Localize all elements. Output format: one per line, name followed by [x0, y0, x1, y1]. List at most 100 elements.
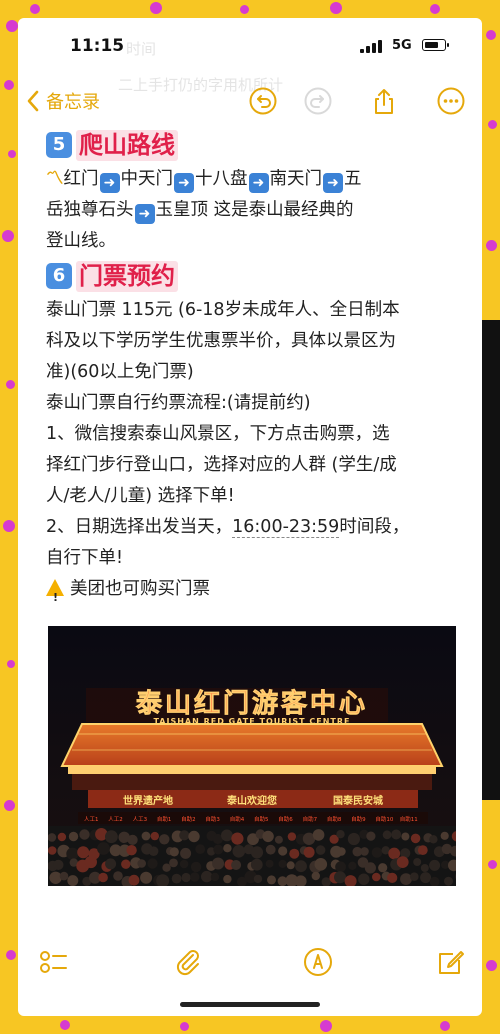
background-dot — [3, 520, 15, 532]
checklist-icon[interactable] — [38, 946, 70, 978]
text-line: 自行下单! — [46, 548, 124, 568]
arrow-right-icon: ➜ — [134, 204, 155, 224]
text-line: 人/老人/儿童) 选择下单! — [46, 486, 235, 506]
route-tail: 这是泰山最经典的 — [208, 200, 354, 220]
text-line: 科及以下学历学生优惠票半价，具体以景区为 — [46, 331, 396, 351]
arrow-right-icon: ➜ — [174, 173, 194, 193]
ticket-price-text: 泰山门票 115元 (6-18岁未成年人、全日制本 科及以下学历学生优惠票半价，具… — [46, 295, 466, 388]
section-heading: 6 门票预约 — [46, 259, 466, 293]
more-icon[interactable] — [436, 86, 466, 116]
sign-cn: 泰山红门游客中心 — [136, 688, 368, 719]
route-tail: 登山线。 — [46, 231, 116, 251]
section-title: 爬山路线 — [76, 129, 178, 161]
meituan-note: 美团也可购买门票 — [46, 574, 466, 613]
banner-mid: 泰山欢迎您 — [226, 794, 277, 807]
background-dot — [320, 1020, 332, 1032]
background-dot — [330, 2, 342, 14]
route-stop: 五 — [344, 169, 362, 189]
home-indicator[interactable] — [180, 1002, 320, 1007]
route-paragraph: 〽红门 ➜ 中天门 ➜ 十八盘 ➜ 南天门 ➜ 五岳独尊石头 ➜ 玉皇顶 这是泰山最经典的 登山线。 — [46, 164, 466, 257]
text-line: 泰山门票 115元 (6-18岁未成年人、全日制本 — [46, 300, 400, 320]
section-heading: 5 爬山路线 — [46, 128, 466, 162]
background-dot — [30, 4, 40, 14]
arrow-right-icon: ➜ — [99, 173, 120, 193]
lane-label: 自助2 — [181, 815, 196, 823]
compose-icon[interactable] — [435, 946, 467, 978]
booking-step-1: 1、微信搜索泰山风景区，下方点击购票，选 择红门步行登山口，选择对应的人群 (学生… — [46, 419, 466, 512]
banner-left: 世界遗产地 — [123, 794, 173, 807]
background-dot — [4, 800, 15, 811]
background-dot — [486, 240, 497, 251]
markup-icon[interactable] — [302, 946, 334, 978]
battery-icon — [422, 39, 449, 51]
lane-label: 自助3 — [205, 815, 220, 823]
background-dot — [7, 660, 15, 668]
signal-icon — [360, 40, 384, 53]
note-body[interactable]: 5 爬山路线 〽红门 ➜ 中天门 ➜ 十八盘 ➜ 南天门 ➜ 五岳独尊石头 ➜ 玉皇顶 这是泰山最经… — [46, 126, 466, 613]
status-time: 11:15 — [70, 36, 125, 56]
network-type: 5G — [392, 38, 412, 53]
red-gate-visitor-centre-image: 泰山红门游客中心 TAISHAN RED GATE TOURIST CENTRE… — [48, 626, 456, 886]
lane-label: 自助4 — [230, 815, 245, 823]
time-range[interactable]: 16:00-23:59 — [232, 517, 340, 538]
back-button[interactable]: 备忘录 — [26, 88, 100, 114]
share-icon[interactable] — [369, 86, 399, 116]
background-dot — [488, 120, 497, 129]
arrow-right-icon: ➜ — [248, 173, 269, 193]
lane-label: 人工2 — [108, 816, 123, 823]
route-stop: 南天门 — [269, 169, 323, 189]
ghost-text: 时间 — [126, 40, 157, 58]
nav-bar: 备忘录 — [18, 82, 482, 126]
text-line: 2、日期选择出发当天， — [46, 517, 233, 537]
attachment-icon[interactable] — [172, 946, 204, 978]
lane-label: 自助9 — [351, 815, 366, 823]
phone-screen: 11:15 5G 二上手打仍的字用机所计 时间 备忘录 5 爬山路线 〽红门 ➜ 中… — [18, 18, 482, 1016]
background-dot — [2, 230, 14, 242]
route-stop: 玉皇顶 — [155, 200, 209, 220]
lane-label: 自助8 — [327, 815, 342, 823]
background-dot — [6, 950, 16, 960]
route-stop: 岳独尊石头 — [46, 200, 134, 220]
chevron-left-icon — [27, 90, 39, 112]
note-photo[interactable]: 泰山红门游客中心 TAISHAN RED GATE TOURIST CENTRE… — [48, 626, 456, 886]
route-stop: 十八盘 — [195, 169, 248, 189]
background-dot — [488, 860, 497, 869]
background-dot — [6, 20, 18, 32]
background-dot — [240, 5, 249, 14]
text-line: 择红门步行登山口，选择对应的人群 (学生/成 — [46, 455, 397, 475]
arrow-right-icon: ➜ — [323, 173, 343, 193]
background-dot — [8, 150, 16, 158]
warning-icon — [46, 579, 64, 613]
text-line: 美团也可购买门票 — [70, 579, 210, 599]
section-title: 门票预约 — [76, 260, 178, 292]
lane-label: 自助10 — [375, 815, 393, 823]
undo-icon[interactable] — [248, 86, 278, 116]
lane-label: 自助1 — [157, 815, 172, 823]
booking-title: 泰山门票自行约票流程:(请提前约) — [46, 393, 311, 413]
lane-label: 自助7 — [303, 815, 318, 823]
text-line: 准)(60以上免门票) — [46, 362, 194, 382]
background-dot — [486, 30, 496, 40]
redo-icon[interactable] — [303, 86, 333, 116]
keycap-number: 6 — [46, 263, 72, 289]
background-dot — [430, 4, 440, 14]
lane-label: 自助6 — [278, 815, 293, 823]
text-line: 时间段， — [339, 517, 410, 537]
lane-label: 人工3 — [133, 816, 148, 823]
background-dot — [4, 80, 14, 90]
banner-right: 国泰民安城 — [333, 794, 383, 807]
route-stop: 红门 — [63, 169, 99, 189]
back-label: 备忘录 — [46, 92, 100, 113]
booking-step-2: 2、日期选择出发当天，16:00-23:59时间段， 自行下单! — [46, 512, 466, 574]
keycap-number: 5 — [46, 132, 72, 158]
background-dot — [440, 1021, 450, 1031]
background-dot — [486, 960, 497, 971]
hiking-icon: 〽 — [46, 169, 64, 189]
route-stop: 中天门 — [120, 169, 174, 189]
lane-label: 人工1 — [84, 816, 99, 823]
device-edge — [482, 320, 500, 800]
background-dot — [180, 1022, 189, 1031]
background-dot — [6, 380, 15, 389]
lane-label: 自助5 — [254, 815, 269, 823]
text-line: 1、微信搜索泰山风景区，下方点击购票，选 — [46, 424, 390, 444]
